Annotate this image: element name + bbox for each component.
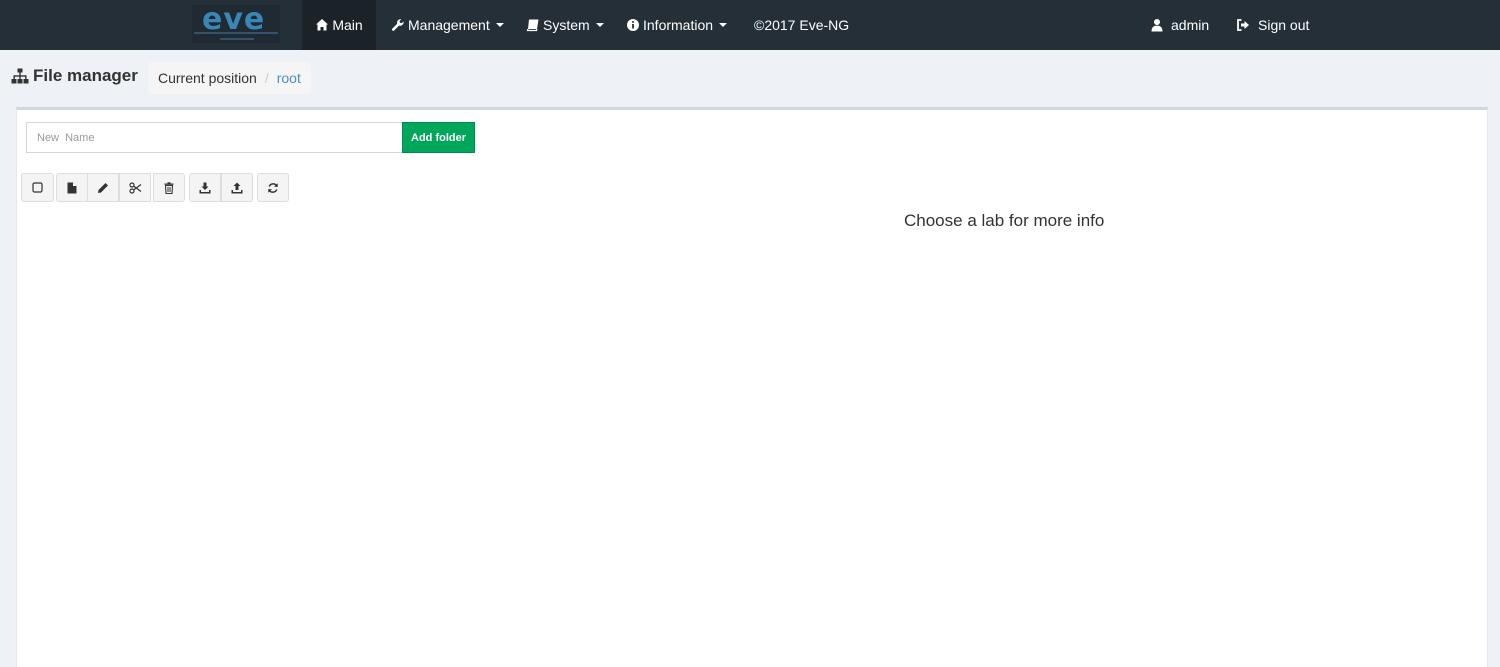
new-file-button[interactable]	[56, 173, 88, 202]
book-icon	[526, 18, 540, 32]
nav-management-label: Management	[408, 17, 490, 33]
upload-icon	[231, 182, 243, 194]
breadcrumb-root[interactable]: root	[277, 70, 301, 86]
download-icon	[199, 182, 211, 194]
new-name-input[interactable]	[26, 122, 403, 153]
file-manager-panel: Add folder	[16, 107, 1488, 667]
nav-copyright[interactable]: ©2017 Eve-NG	[754, 0, 849, 50]
nav-user[interactable]: admin	[1150, 0, 1209, 50]
nav-main-label: Main	[332, 17, 363, 33]
sitemap-icon	[11, 68, 29, 84]
copyright-label: ©2017 Eve-NG	[754, 17, 850, 33]
new-file-icon	[67, 182, 77, 194]
top-navbar: eve Main Management System Information ©…	[0, 0, 1500, 50]
chevron-down-icon	[719, 23, 728, 27]
chevron-down-icon	[595, 23, 604, 27]
breadcrumb-separator: /	[264, 70, 269, 86]
trash-icon	[164, 181, 174, 194]
user-icon	[1150, 18, 1164, 32]
nav-management[interactable]: Management	[391, 0, 504, 50]
info-circle-icon	[626, 18, 640, 32]
nav-main[interactable]: Main	[302, 0, 376, 50]
select-all-button[interactable]	[21, 173, 54, 202]
add-folder-button[interactable]: Add folder	[402, 122, 475, 153]
refresh-button[interactable]	[257, 173, 289, 202]
page-title: File manager	[11, 66, 138, 86]
lab-info-message: Choose a lab for more info	[904, 211, 1105, 230]
nav-system[interactable]: System	[526, 0, 604, 50]
page-title-text: File manager	[33, 66, 138, 85]
wrench-icon	[391, 18, 405, 32]
export-button[interactable]	[189, 173, 221, 202]
signout-link[interactable]: Sign out	[1236, 0, 1309, 50]
breadcrumb: Current position / root	[148, 62, 311, 94]
pencil-icon	[97, 182, 109, 194]
nav-information-label: Information	[643, 17, 714, 33]
delete-button[interactable]	[153, 173, 185, 202]
home-icon	[315, 18, 329, 32]
cut-button[interactable]	[119, 173, 151, 202]
rename-button[interactable]	[87, 173, 119, 202]
user-label: admin	[1171, 17, 1210, 33]
refresh-icon	[267, 182, 279, 194]
signout-label: Sign out	[1258, 17, 1310, 33]
import-button[interactable]	[221, 173, 253, 202]
sign-out-icon	[1236, 18, 1250, 32]
breadcrumb-current-position: Current position	[158, 70, 257, 86]
checkbox-icon	[32, 182, 43, 193]
eve-logo[interactable]: eve	[192, 2, 280, 43]
chevron-down-icon	[495, 23, 504, 27]
nav-system-label: System	[543, 17, 590, 33]
nav-information[interactable]: Information	[626, 0, 728, 50]
scissors-icon	[128, 181, 142, 194]
